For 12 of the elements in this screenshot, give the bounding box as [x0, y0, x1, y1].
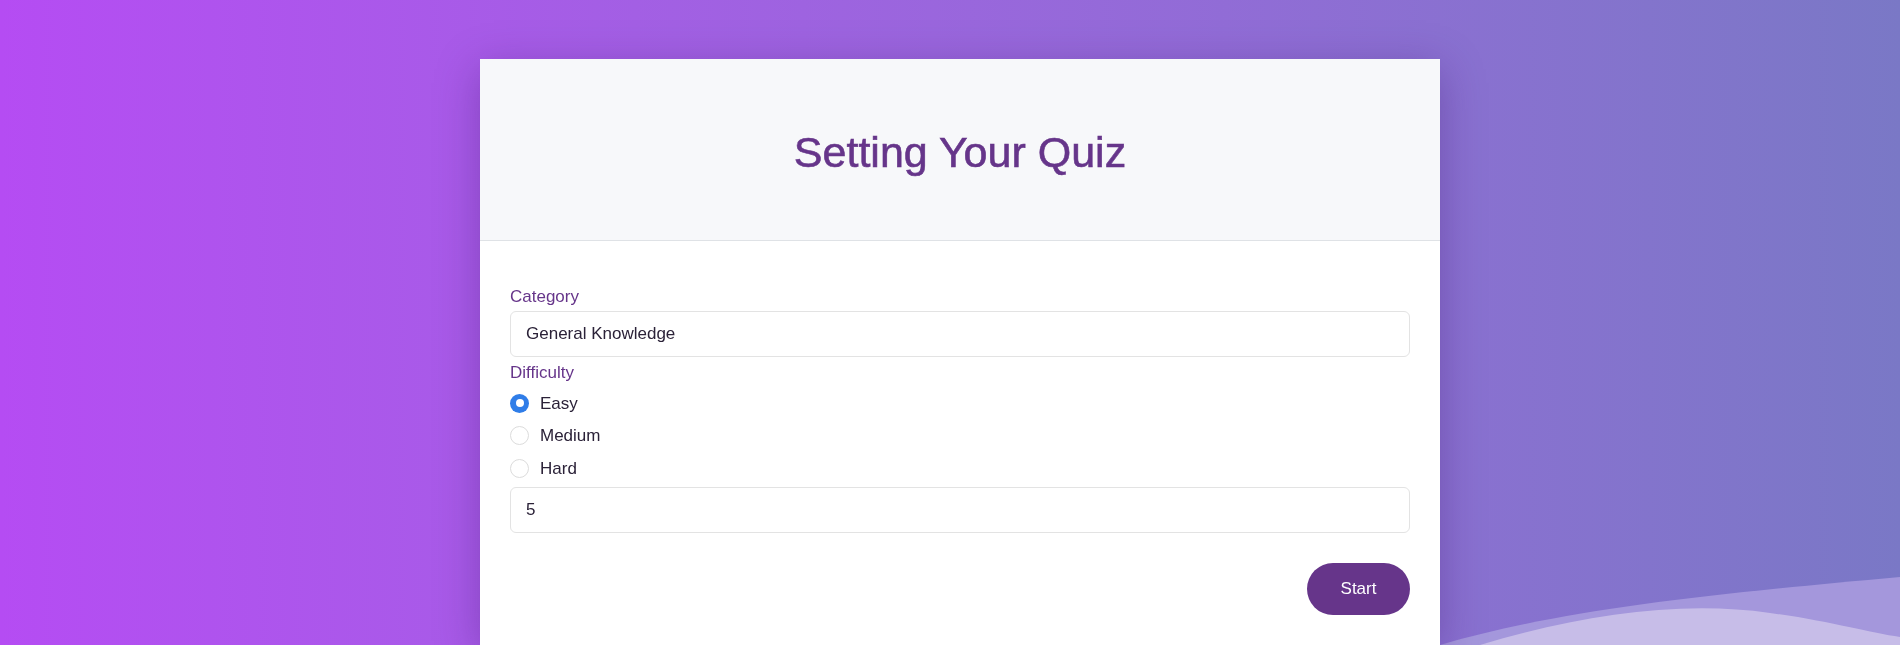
category-label: Category [510, 286, 580, 308]
difficulty-label: Difficulty [510, 362, 575, 384]
start-button[interactable]: Start [1307, 562, 1410, 615]
quiz-title: Setting Your Quiz [793, 131, 1127, 174]
radio-icon[interactable] [510, 426, 529, 446]
radio-option[interactable]: Hard [510, 452, 577, 485]
radio-option[interactable]: Medium [510, 419, 601, 452]
category-field[interactable]: General Knowledge [510, 311, 1410, 357]
radio-selected-icon[interactable] [510, 393, 529, 413]
radio-option[interactable]: Easy [510, 387, 578, 420]
question-count-field[interactable]: 5 [510, 486, 1410, 533]
radio-icon[interactable] [510, 458, 529, 478]
